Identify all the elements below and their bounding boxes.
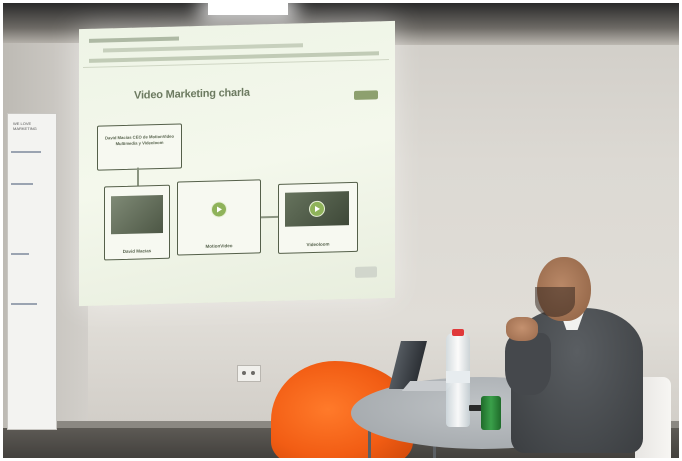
banner-stripe — [11, 183, 33, 185]
address-bar — [103, 43, 303, 53]
connector-line — [137, 167, 139, 186]
slide-node-1: David Macias — [104, 184, 170, 261]
slide-node-3: Videoloom — [278, 181, 358, 254]
node-label: David Macias — [122, 248, 152, 254]
banner-stripe — [11, 303, 37, 305]
bookmarks-bar — [89, 51, 379, 63]
bottle-cap — [452, 329, 464, 336]
wall-socket — [237, 365, 261, 382]
slide-corner-button — [355, 266, 377, 278]
main-box-text: David Macias CEO de MotionVideo Multimed… — [104, 133, 175, 146]
slide-button — [354, 90, 378, 100]
slide-title: Video Marketing charla — [134, 86, 250, 102]
browser-toolbar — [83, 27, 389, 69]
bottle-label — [446, 371, 470, 383]
banner-stripe — [11, 151, 41, 153]
node-label: Videoloom — [306, 241, 330, 248]
clasped-hands — [506, 317, 538, 341]
banner-text: WE LOVE MARKETING — [13, 121, 37, 131]
browser-tab — [89, 36, 179, 43]
slide-main-box: David Macias CEO de MotionVideo Multimed… — [97, 123, 182, 171]
banner-stripe — [11, 253, 29, 255]
ceiling-light — [208, 3, 288, 15]
roll-up-banner — [7, 113, 57, 430]
speaker-beard — [535, 287, 575, 317]
node-label: MotionVideo — [205, 243, 233, 249]
photo: WE LOVE MARKETING Video Marketing charla… — [0, 0, 682, 461]
projected-screen: Video Marketing charla David Macias CEO … — [79, 20, 395, 307]
thumbnail — [111, 194, 163, 235]
soda-can — [481, 396, 501, 430]
play-icon — [211, 201, 227, 218]
slide-node-2: MotionVideo — [177, 179, 261, 256]
speaker-arm — [505, 333, 551, 395]
connector-line — [259, 215, 278, 218]
